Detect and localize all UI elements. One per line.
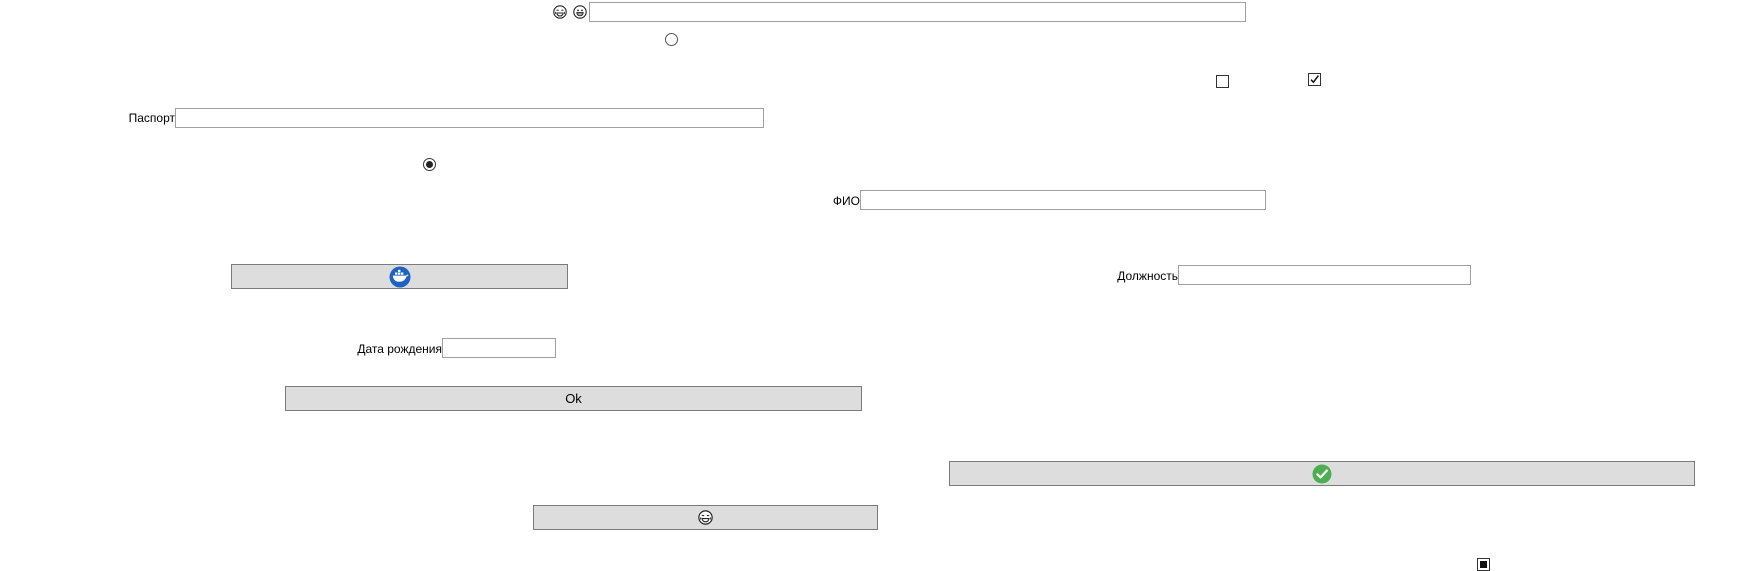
emoji-button[interactable] — [533, 505, 878, 530]
ok-button-label: Ok — [565, 391, 582, 406]
position-field[interactable] — [1178, 265, 1471, 285]
top-text-field[interactable] — [589, 2, 1246, 22]
passport-field[interactable] — [175, 108, 764, 128]
passport-label: Паспорт — [128, 111, 175, 125]
checkmark-icon — [1310, 75, 1319, 84]
birthdate-field[interactable] — [442, 338, 556, 358]
radio-dot — [426, 161, 433, 168]
checkbox-2[interactable] — [1308, 73, 1321, 86]
position-label: Должность — [1117, 269, 1178, 283]
fio-label: ФИО — [832, 194, 860, 208]
fio-field[interactable] — [860, 190, 1266, 210]
laughing-emoji-icon — [553, 5, 567, 19]
indeterminate-mark-icon — [1480, 561, 1487, 568]
radio-option-2[interactable] — [423, 158, 436, 171]
confirm-button[interactable] — [949, 461, 1695, 486]
docker-button[interactable] — [231, 264, 568, 289]
ok-button[interactable]: Ok — [285, 386, 862, 411]
birthdate-label: Дата рождения — [357, 342, 442, 356]
laughing-emoji-icon — [698, 510, 713, 525]
green-check-icon — [1312, 464, 1332, 483]
checkbox-3[interactable] — [1477, 558, 1490, 571]
radio-option-1[interactable] — [665, 33, 678, 46]
docker-whale-icon — [389, 266, 410, 287]
grinning-emoji-icon — [573, 5, 587, 19]
checkbox-1[interactable] — [1216, 75, 1229, 88]
